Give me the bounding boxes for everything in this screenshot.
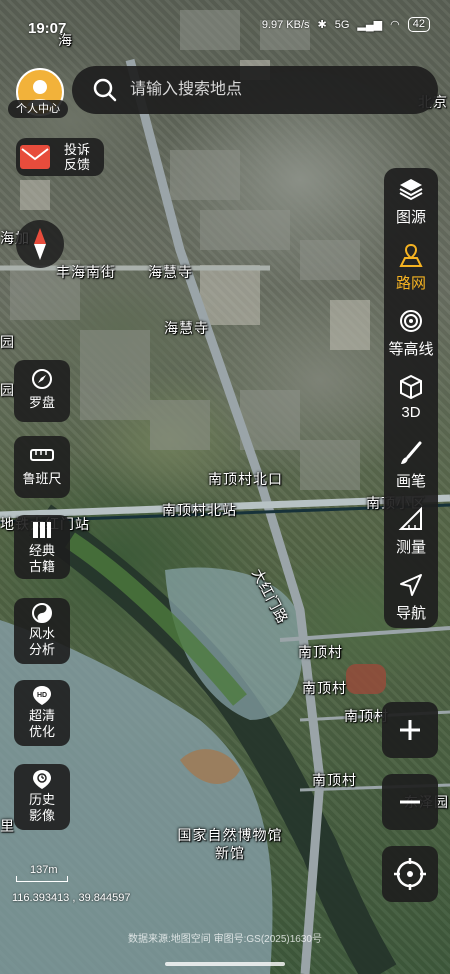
status-time: 19:07 — [28, 20, 67, 37]
battery-indicator: 42 — [407, 17, 430, 32]
coordinates: 116.393413 , 39.844597 — [12, 892, 131, 904]
map-label-nandingcun: 南顶村 — [302, 680, 347, 696]
crosshair-icon — [394, 858, 426, 890]
classics-button[interactable]: 经典古籍 — [14, 515, 70, 579]
tool-layers[interactable]: 图源 — [384, 168, 438, 234]
bluetooth-icon: ✱ — [317, 19, 327, 31]
cube-icon — [400, 374, 422, 400]
compass-icon — [32, 369, 52, 389]
feedback-button[interactable]: 投诉反馈 — [16, 138, 104, 176]
tool-road-network[interactable]: 路网 — [384, 234, 438, 300]
hd-optimize-button[interactable]: HD 超清优化 — [14, 680, 70, 746]
fengshui-label: 风水分析 — [28, 626, 55, 657]
tool-label: 路网 — [395, 275, 426, 292]
minus-icon — [400, 800, 420, 804]
map-label-nandingcun: 南顶村 — [298, 644, 343, 660]
signal-icon: ▂▄▆ — [357, 19, 383, 31]
classics-label: 经典古籍 — [28, 543, 55, 574]
map-label-haihuisi: 海慧寺 — [148, 264, 193, 280]
hd-optimize-label: 超清优化 — [28, 708, 55, 739]
plus-icon — [400, 720, 420, 740]
tool-3d[interactable]: 3D — [384, 366, 438, 432]
zoom-in-button[interactable] — [382, 702, 438, 758]
brush-icon — [401, 441, 422, 464]
status-indicators: 9.97 KB/s ✱ 5G ▂▄▆ ◠ 42 — [262, 17, 430, 32]
scale-distance: 137m — [30, 864, 58, 876]
compass-tool-label: 罗盘 — [28, 395, 55, 410]
history-imagery-label: 历史影像 — [28, 792, 55, 823]
ruler-icon — [30, 449, 54, 461]
compass-orientation-button[interactable] — [16, 220, 64, 268]
map-label-nandingcun-beikou: 南顶村北口 — [208, 471, 283, 487]
locate-button[interactable] — [382, 846, 438, 902]
map-label-yuan: 园 — [0, 334, 15, 350]
svg-text:HD: HD — [37, 692, 47, 699]
yin-yang-icon — [32, 603, 52, 623]
map-label-haihuisi: 海慧寺 — [164, 320, 209, 336]
status-bar: 19:07 9.97 KB/s ✱ 5G ▂▄▆ ◠ 42 — [0, 0, 450, 40]
wifi-icon: ◠ — [390, 19, 400, 31]
map-label-li: 里 — [0, 818, 15, 834]
history-clock-icon — [33, 770, 51, 789]
map-copyright: 数据来源:地图空间 审图号:GS(2025)1630号 — [128, 934, 322, 945]
history-imagery-button[interactable]: 历史影像 — [14, 764, 70, 830]
compass-tool-button[interactable]: 罗盘 — [14, 360, 70, 422]
navigation-icon — [400, 574, 422, 596]
tool-label: 测量 — [395, 539, 426, 556]
tool-navigation[interactable]: 导航 — [384, 564, 438, 630]
tool-label: 等高线 — [388, 341, 434, 358]
map-label-museum: 国家自然博物馆新馆 — [177, 827, 283, 861]
ruler-tool-button[interactable]: 鲁班尺 — [14, 436, 70, 498]
fengshui-button[interactable]: 风水分析 — [14, 598, 70, 664]
map-label-nandingcun-beizhan: 南顶村北站 — [162, 502, 237, 518]
profile-label[interactable]: 个人中心 — [8, 100, 68, 118]
tool-contour[interactable]: 等高线 — [384, 300, 438, 366]
map-label-yuan: 园 — [0, 382, 15, 398]
scale-bar — [16, 876, 68, 882]
envelope-icon — [20, 145, 50, 169]
map-label-nandingcun: 南顶村 — [312, 772, 357, 788]
measure-icon — [398, 506, 422, 530]
north-arrow-icon — [34, 228, 46, 260]
tool-label: 3D — [401, 404, 421, 421]
road-network-icon — [399, 243, 423, 267]
tool-measure[interactable]: 测量 — [384, 498, 438, 564]
zoom-out-button[interactable] — [382, 774, 438, 830]
tool-brush[interactable]: 画笔 — [384, 432, 438, 498]
tool-label: 导航 — [395, 605, 426, 622]
map-label-fenghai-nanjie: 丰海南街 — [56, 264, 116, 280]
search-input[interactable] — [128, 80, 402, 100]
home-indicator[interactable] — [165, 962, 285, 966]
map-tools-toolbar: 图源 路网 等高线 3D 画笔 测量 导航 — [384, 168, 438, 628]
search-bar[interactable] — [72, 66, 438, 114]
hd-icon: HD — [33, 686, 51, 705]
book-icon — [33, 522, 51, 538]
tool-label: 画笔 — [395, 473, 426, 490]
network-speed: 9.97 KB/s — [261, 18, 310, 31]
signal-label: 5G — [334, 18, 350, 31]
layers-icon — [399, 179, 423, 201]
search-icon — [93, 78, 117, 102]
contour-icon — [400, 310, 422, 332]
tool-label: 图源 — [395, 209, 426, 226]
ruler-tool-label: 鲁班尺 — [22, 471, 62, 486]
feedback-label: 投诉反馈 — [64, 142, 91, 172]
